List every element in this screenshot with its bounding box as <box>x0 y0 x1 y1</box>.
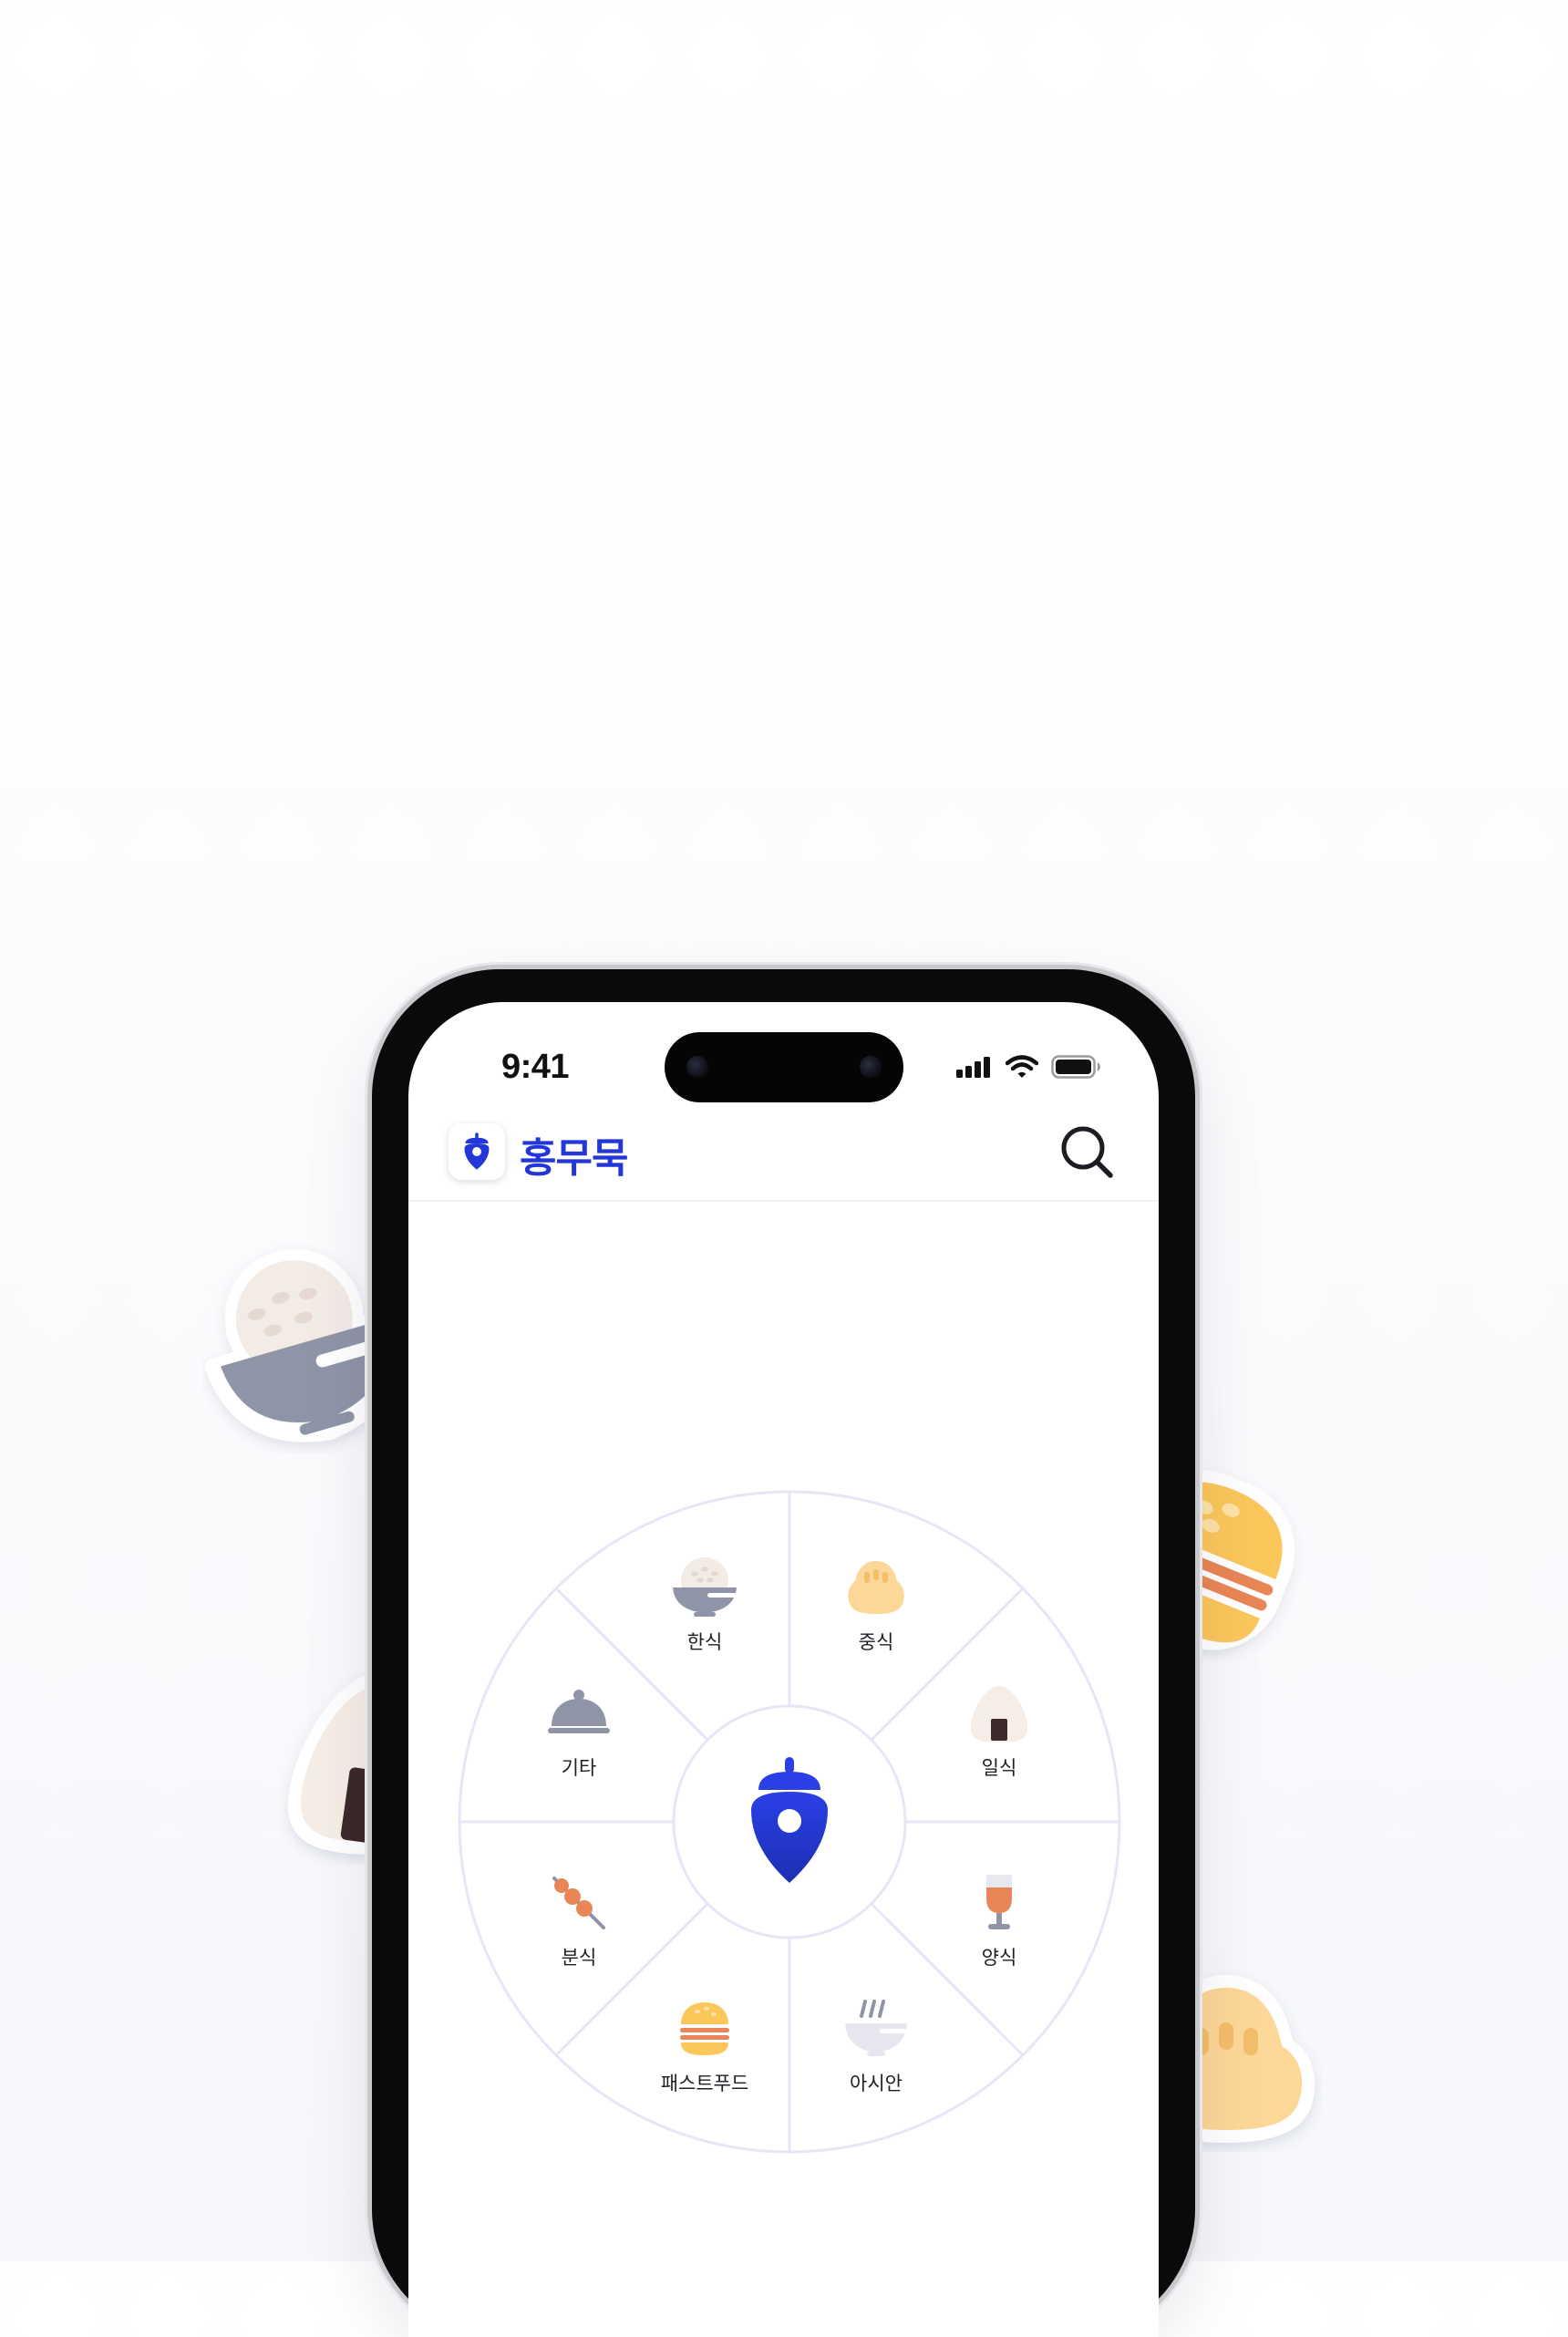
camera-lens-icon <box>686 1056 708 1078</box>
category-wheel: 한식 중식 일식 양식 아시안 패스트푸드 분식 기타 <box>457 1489 1122 2155</box>
noodle-bowl-icon <box>845 2000 907 2056</box>
wifi-icon <box>1006 1055 1038 1078</box>
category-label: 일식 <box>981 1757 1017 1779</box>
category-label: 양식 <box>981 1947 1017 1969</box>
cellular-signal-icon <box>956 1057 990 1078</box>
search-icon <box>1061 1126 1113 1178</box>
battery-icon <box>1051 1055 1100 1079</box>
status-time: 9:41 <box>501 1048 570 1086</box>
acorn-location-pin-icon <box>464 1132 490 1170</box>
rice-bowl-icon <box>673 1557 737 1617</box>
sensor-lens-icon <box>860 1056 882 1078</box>
dynamic-island <box>665 1032 903 1102</box>
search-button[interactable] <box>1057 1122 1117 1182</box>
app-logo[interactable] <box>449 1123 505 1180</box>
onigiri-icon <box>970 1686 1028 1742</box>
category-fastfood[interactable]: 패스트푸드 <box>641 1992 769 2111</box>
dumpling-icon <box>848 1561 904 1614</box>
category-etc[interactable]: 기타 <box>515 1677 643 1795</box>
category-asian[interactable]: 아시안 <box>812 1992 940 2111</box>
category-label: 패스트푸드 <box>660 2073 749 2094</box>
category-western[interactable]: 양식 <box>935 1866 1063 1985</box>
category-chinese[interactable]: 중식 <box>812 1551 940 1670</box>
phone-frame: 9:41 홍무묵 한식 중식 일식 양식 아시안 패스트푸드 분식 기타 <box>372 969 1195 2337</box>
wine-glass-icon <box>986 1875 1012 1929</box>
app-title: 홍무묵 <box>520 1135 628 1182</box>
category-bunsik[interactable]: 분식 <box>515 1866 643 1985</box>
status-icons <box>956 1055 1102 1079</box>
burger-icon <box>680 2002 729 2055</box>
wheel-center-button[interactable] <box>674 1706 905 1938</box>
category-label: 아시안 <box>850 2073 903 2094</box>
skewer-icon <box>552 1877 605 1929</box>
category-label: 중식 <box>858 1631 894 1653</box>
category-label: 한식 <box>686 1631 723 1653</box>
cloche-icon <box>548 1690 610 1733</box>
category-label: 기타 <box>561 1757 597 1779</box>
phone-screen: 9:41 홍무묵 한식 중식 일식 양식 아시안 패스트푸드 분식 기타 <box>408 1002 1159 2337</box>
app-header: 홍무묵 <box>408 1116 1159 1202</box>
category-japanese[interactable]: 일식 <box>935 1677 1063 1795</box>
category-korean[interactable]: 한식 <box>641 1551 769 1670</box>
acorn-location-pin-icon <box>751 1757 828 1883</box>
category-label: 분식 <box>561 1947 597 1969</box>
